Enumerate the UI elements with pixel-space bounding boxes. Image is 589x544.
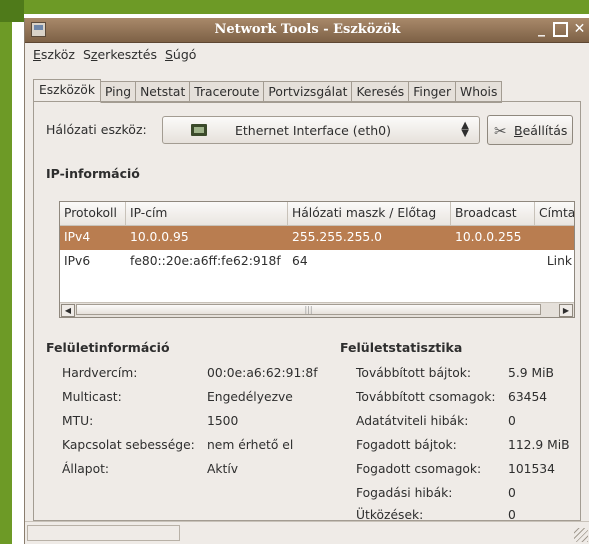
hw-address-value: 00:0e:a6:62:91:8f (207, 366, 318, 380)
cell-netmask: 64 (292, 254, 308, 268)
tab-traceroute[interactable]: Traceroute (190, 81, 265, 103)
tx-packets-label: Továbbított csomagok: (356, 390, 496, 404)
state-label: Állapot: (62, 462, 110, 476)
network-tools-window: Network Tools - Eszközök _ ✕ Eszköz Szer… (24, 18, 589, 544)
tx-bytes-value: 5.9 MiB (508, 366, 554, 380)
menu-eszkoz[interactable]: Eszköz (31, 43, 81, 65)
rx-packets-value: 101534 (508, 462, 555, 476)
ip-info-title: IP-információ (46, 166, 140, 181)
desktop-corner (0, 0, 24, 22)
menu-sugo[interactable]: Súgó (163, 43, 202, 65)
table-row[interactable]: IPv6 fe80::20e:a6ff:fe62:918f 64 Link (60, 250, 574, 274)
settings-button[interactable]: ✂ Beállítás (487, 115, 573, 145)
link-speed-label: Kapcsolat sebessége: (62, 438, 195, 452)
column-header-scope[interactable]: Címta (535, 202, 574, 226)
column-header-broadcast[interactable]: Broadcast (451, 202, 535, 226)
rx-bytes-value: 112.9 MiB (508, 438, 570, 452)
rx-errors-label: Fogadási hibák: (356, 486, 453, 500)
column-header-netmask[interactable]: Hálózati maszk / Előtag (288, 202, 451, 226)
close-icon[interactable]: ✕ (571, 21, 588, 38)
tab-ping[interactable]: Ping (100, 81, 137, 103)
cell-ip: fe80::20e:a6ff:fe62:918f (130, 254, 281, 268)
rx-bytes-label: Fogadott bájtok: (356, 438, 457, 452)
cell-broadcast (451, 250, 535, 274)
tab-portvizsgalat[interactable]: Portvizsgálat (264, 81, 353, 103)
status-field (27, 525, 180, 541)
tools-icon: ✂ (494, 122, 507, 140)
horizontal-scrollbar[interactable]: ◀ ||| ▶ (60, 302, 574, 317)
tab-finger[interactable]: Finger (409, 81, 457, 103)
tab-netstat[interactable]: Netstat (136, 81, 191, 103)
devices-panel: Hálózati eszköz: Ethernet Interface (eth… (33, 101, 581, 522)
cell-broadcast: 10.0.0.255 (455, 230, 522, 244)
tab-strip: Eszközök Ping Netstat Traceroute Portviz… (33, 79, 503, 103)
status-bar (25, 521, 589, 544)
ip-info-table[interactable]: Protokoll IP-cím Hálózati maszk / Előtag… (59, 201, 575, 318)
cell-protocol: IPv4 (64, 230, 91, 244)
cell-ip: 10.0.0.95 (130, 230, 189, 244)
column-header-ip[interactable]: IP-cím (126, 202, 288, 226)
collisions-label: Ütközések: (356, 508, 424, 522)
scroll-left-icon[interactable]: ◀ (61, 304, 75, 317)
multicast-value: Engedélyezve (207, 390, 293, 404)
tx-packets-value: 63454 (508, 390, 548, 404)
maximize-icon[interactable] (553, 22, 568, 37)
resize-grip-icon[interactable] (574, 528, 588, 542)
desktop-background-left (0, 0, 12, 544)
tab-kereses[interactable]: Keresés (352, 81, 410, 103)
tab-eszkozok[interactable]: Eszközök (33, 79, 101, 103)
tx-errors-label: Adatátviteli hibák: (356, 414, 469, 428)
cell-scope (535, 226, 574, 250)
tx-errors-value: 0 (508, 414, 516, 428)
menu-szerkesztes[interactable]: Szerkesztés (81, 43, 163, 65)
cell-netmask: 255.255.255.0 (292, 230, 382, 244)
menu-bar: Eszköz Szerkesztés Súgó (25, 43, 589, 65)
scroll-right-icon[interactable]: ▶ (559, 304, 573, 317)
desktop-background (0, 0, 589, 14)
cell-scope: Link (546, 254, 572, 268)
rx-packets-label: Fogadott csomagok: (356, 462, 482, 476)
collisions-value: 0 (508, 508, 516, 522)
scrollbar-thumb[interactable]: ||| (76, 304, 541, 315)
tab-whois[interactable]: Whois (456, 81, 503, 103)
link-speed-value: nem érhető el (207, 438, 294, 452)
mtu-label: MTU: (62, 414, 94, 428)
device-label: Hálózati eszköz: (46, 122, 147, 137)
updown-arrows-icon: ▲ ▼ (461, 120, 469, 139)
network-card-icon (191, 124, 207, 136)
table-row[interactable]: IPv4 10.0.0.95 255.255.255.0 10.0.0.255 (60, 226, 574, 250)
window-title: Network Tools - Eszközök (214, 22, 401, 37)
hw-address-label: Hardvercím: (62, 366, 138, 380)
settings-button-label: Beállítás (514, 123, 568, 138)
minimize-icon[interactable]: _ (533, 21, 550, 38)
tx-bytes-label: Továbbított bájtok: (356, 366, 472, 380)
window-controls: _ ✕ (533, 21, 588, 38)
multicast-label: Multicast: (62, 390, 122, 404)
state-value: Aktív (207, 462, 239, 476)
device-combobox[interactable]: Ethernet Interface (eth0) ▲ ▼ (162, 116, 480, 144)
table-header: Protokoll IP-cím Hálózati maszk / Előtag… (60, 202, 574, 226)
rx-errors-value: 0 (508, 486, 516, 500)
cell-protocol: IPv6 (64, 254, 91, 268)
mtu-value: 1500 (207, 414, 239, 428)
device-selected-value: Ethernet Interface (eth0) (235, 123, 391, 138)
interface-stats-title: Felületstatisztika (340, 340, 463, 355)
interface-info-title: Felületinformáció (46, 340, 170, 355)
title-bar[interactable]: Network Tools - Eszközök _ ✕ (25, 18, 589, 43)
column-header-protocol[interactable]: Protokoll (60, 202, 126, 226)
